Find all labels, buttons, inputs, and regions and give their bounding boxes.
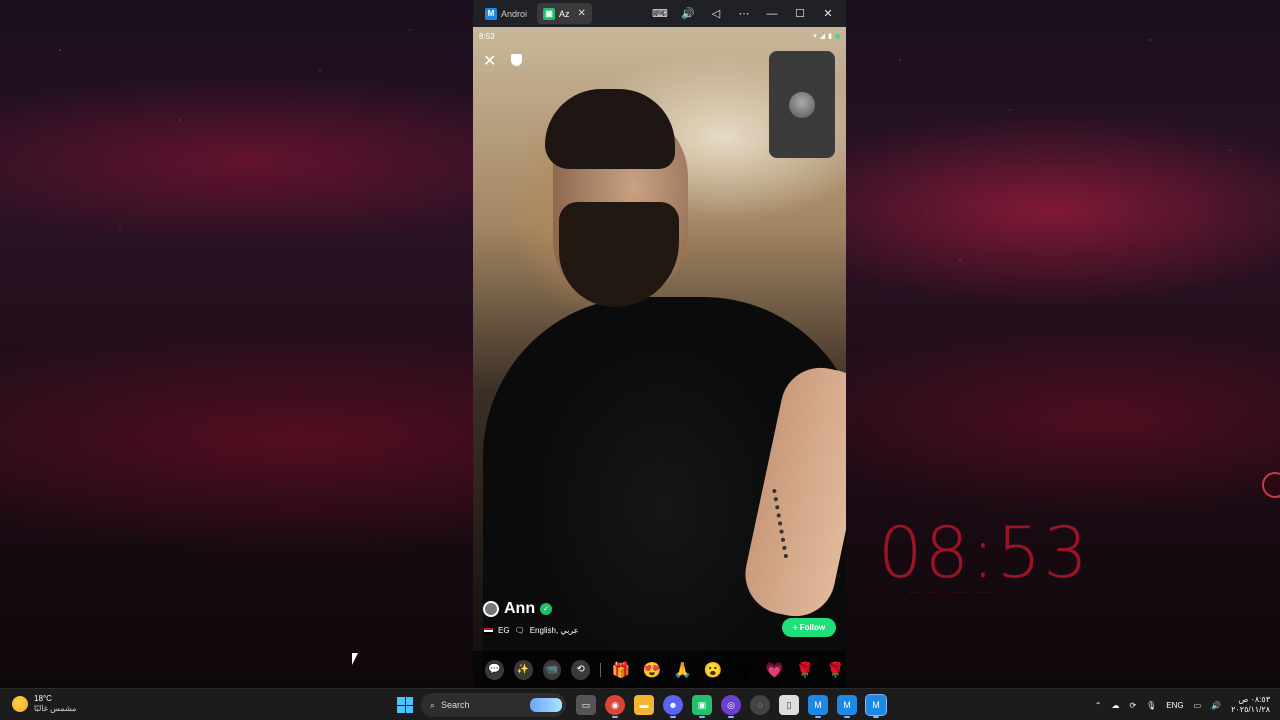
avatar[interactable] — [483, 601, 499, 617]
video-camera-icon[interactable]: 📹 — [542, 659, 562, 680]
weather-desc: مشمس غالبًا — [34, 704, 77, 713]
verified-badge-icon: ✓ — [540, 603, 553, 615]
search-placeholder: Search — [441, 700, 470, 710]
onedrive-icon[interactable]: ☁ — [1111, 701, 1119, 710]
weather-temp: 18°C — [34, 694, 52, 703]
egypt-flag-icon — [484, 627, 493, 634]
network-icon[interactable]: ▭ — [1194, 701, 1202, 710]
emulator-icon[interactable]: M — [865, 694, 887, 718]
taskbar-apps: ▭ ◉ ▬ ☻ ▣ ◎ ◌ ▯ M M M — [576, 694, 887, 718]
self-avatar — [789, 92, 815, 118]
language-icon: 🗨 — [514, 626, 525, 635]
back-icon[interactable]: ◁ — [704, 3, 728, 24]
weather-widget[interactable]: 18°C مشمس غالبًا — [12, 694, 76, 714]
desktop-clock: 08:53 — [878, 512, 1090, 594]
discord-icon[interactable]: ☻ — [663, 695, 683, 718]
android-app-icon: M — [485, 7, 497, 20]
wifi-icon: ▾ — [813, 33, 817, 40]
tab-close-icon[interactable]: ✕ — [578, 8, 586, 19]
tab-android[interactable]: M Androi — [479, 3, 533, 24]
keyboard-icon[interactable]: ⌨ — [648, 3, 672, 24]
floating-bubble[interactable] — [1262, 472, 1280, 498]
close-window-button[interactable]: ✕ — [816, 3, 840, 24]
caller-languages: English, عربي — [529, 626, 579, 635]
caller-header: Ann ✓ — [483, 600, 553, 618]
system-tray: ⌃ ☁ ⟳ 🎙 ENG ▭ 🔊 ٠٨:٥٣ ص ٢٠٢٥/١١/٢٨ — [1095, 689, 1270, 720]
gift-item[interactable]: 🙏 — [672, 661, 693, 679]
emulator-icon[interactable]: M — [837, 695, 857, 718]
minimize-button[interactable]: — — [760, 3, 784, 24]
volume-icon[interactable]: 🔊 — [676, 3, 700, 24]
sun-icon — [12, 696, 28, 712]
video-call-screen: 8:53 ▾ ◢ ▮ ✕ Ann ✓ EG 🗨 English, عربي + … — [473, 27, 846, 688]
chevron-up-icon[interactable]: ⌃ — [1095, 701, 1102, 710]
divider — [600, 662, 601, 677]
clock-time: ٠٨:٥٣ ص — [1238, 695, 1270, 704]
gift-item[interactable]: 🌹 — [795, 661, 816, 679]
end-call-close-icon[interactable]: ✕ — [483, 51, 496, 71]
volume-icon[interactable]: 🔊 — [1211, 701, 1221, 710]
android-studio-icon[interactable]: ▣ — [692, 695, 712, 718]
battery-icon: ▮ — [828, 33, 832, 40]
caller-meta: EG 🗨 English, عربي — [484, 626, 579, 635]
tab-label: Az — [559, 8, 570, 19]
app-logo-icon: ▣ — [543, 7, 556, 20]
gift-item[interactable]: 😍 — [642, 661, 663, 679]
follow-button[interactable]: + Follow — [782, 618, 836, 637]
remote-video-hair — [545, 89, 675, 169]
mic-icon[interactable]: 🎙 — [1146, 701, 1156, 710]
gift-item[interactable]: 😮 — [703, 661, 724, 679]
call-control-bar: 💬 ✨ 📹 ⟲ 🎁 😍 🙏 😮 🎙 💗 🌹 🌹 — [473, 651, 846, 688]
tab-label: Androi — [501, 8, 528, 19]
gift-item[interactable]: 🎁 — [611, 661, 632, 679]
maximize-button[interactable]: ☐ — [788, 3, 812, 24]
gift-item[interactable]: 💗 — [764, 661, 785, 679]
taskbar-search[interactable]: ⌕ Search — [421, 693, 566, 717]
self-view-pip[interactable] — [769, 51, 835, 158]
search-icon: ⌕ — [430, 699, 436, 710]
document-icon[interactable]: ▯ — [779, 695, 799, 715]
taskbar-clock[interactable]: ٠٨:٥٣ ص ٢٠٢٥/١١/٢٨ — [1231, 695, 1270, 715]
start-button[interactable] — [397, 697, 413, 713]
app-icon[interactable]: ◎ — [721, 695, 741, 718]
desktop-clock-date: ··· ··· ·· ····· ····· — [910, 587, 996, 597]
folder-icon[interactable]: ▬ — [634, 695, 654, 715]
gift-item[interactable]: 🎙 — [733, 661, 754, 679]
globe-icon[interactable]: ◌ — [750, 695, 770, 715]
switch-camera-icon[interactable]: ⟲ — [571, 659, 590, 680]
signal-icon: ◢ — [819, 33, 826, 40]
status-time: 8:53 — [479, 31, 495, 41]
search-highlight-icon — [530, 698, 562, 712]
remote-video-beard — [559, 202, 679, 307]
shield-icon[interactable] — [511, 54, 522, 66]
windows-taskbar: 18°C مشمس غالبًا ⌕ Search ▭ ◉ ▬ ☻ ▣ ◎ ◌ … — [0, 688, 1280, 720]
task-view-icon[interactable]: ▭ — [576, 695, 596, 715]
gift-item[interactable]: 🌹 — [825, 661, 846, 679]
language-indicator[interactable]: ENG — [1166, 701, 1183, 710]
android-status-bar: 8:53 ▾ ◢ ▮ — [479, 29, 840, 43]
more-icon[interactable]: ⋯ — [732, 3, 756, 24]
emulator-window: M Androi ▣ Az ✕ ⌨ 🔊 ◁ ⋯ — ☐ ✕ 8:53 ▾ ◢ ▮ — [473, 0, 846, 688]
tab-active-app[interactable]: ▣ Az ✕ — [537, 3, 592, 24]
caller-name: Ann — [504, 600, 536, 617]
caller-country: EG — [498, 626, 510, 635]
magic-wand-icon[interactable]: ✨ — [513, 659, 533, 680]
recording-dot-icon — [835, 33, 840, 39]
chat-icon[interactable]: 💬 — [485, 659, 504, 680]
emulator-icon[interactable]: M — [808, 695, 828, 718]
clock-date: ٢٠٢٥/١١/٢٨ — [1231, 705, 1270, 714]
sync-icon[interactable]: ⟳ — [1129, 701, 1136, 710]
mouse-cursor-icon — [352, 653, 358, 665]
window-titlebar: M Androi ▣ Az ✕ ⌨ 🔊 ◁ ⋯ — ☐ ✕ — [473, 0, 846, 27]
chrome-icon[interactable]: ◉ — [605, 695, 625, 718]
